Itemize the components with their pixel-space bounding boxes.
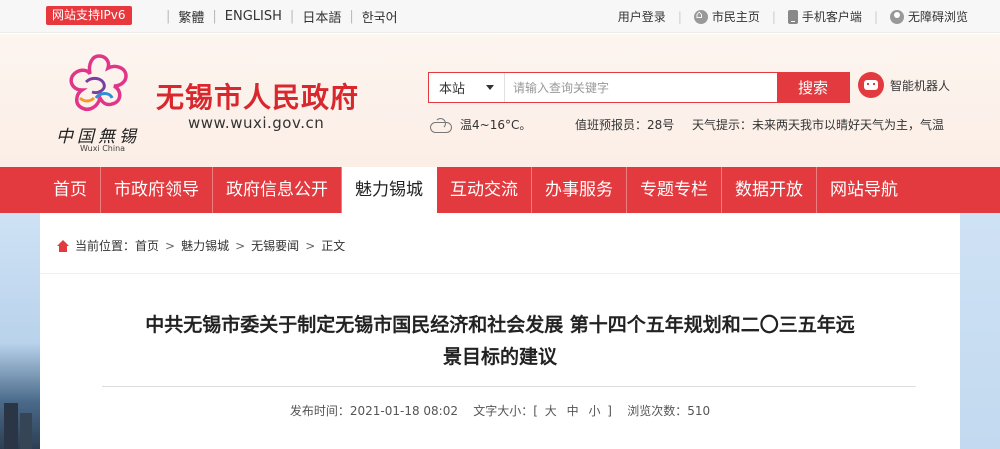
mobile-client-label: 手机客户端	[801, 10, 862, 24]
person-icon	[889, 9, 904, 24]
article-meta: 发布时间：2021-01-18 08:02 文字大小：[ 大 中 小 ] 浏览次…	[40, 402, 960, 419]
language-switcher: | 繁體 | ENGLISH | 日本語 | 한국어	[158, 0, 398, 33]
wuxi-emblem-logo[interactable]	[60, 52, 138, 118]
lang-japanese[interactable]: 日本語	[302, 7, 341, 26]
citizen-home-link[interactable]: 市民主页	[693, 8, 760, 25]
site-title[interactable]: 无锡市人民政府	[156, 76, 359, 116]
divider: |	[289, 9, 295, 24]
publish-time: 2021-01-18 08:02	[349, 404, 458, 418]
nav-item-site-map[interactable]: 网站导航	[817, 167, 911, 213]
divider	[102, 386, 916, 387]
accessibility-link[interactable]: 无障碍浏览	[889, 8, 968, 25]
divider: |	[349, 9, 354, 24]
nav-item-open-data[interactable]: 数据开放	[722, 167, 817, 213]
citizen-home-label: 市民主页	[711, 10, 760, 24]
background-cityscape-left	[0, 213, 40, 449]
breadcrumb-current: 正文	[321, 239, 346, 253]
divider: |	[873, 9, 878, 24]
divider: |	[166, 9, 171, 24]
divider: |	[677, 9, 682, 24]
article-panel: 当前位置： 首页 > 魅力锡城 > 无锡要闻 > 正文 中共无锡市委关于制定无锡…	[40, 213, 960, 449]
nav-item-interaction[interactable]: 互动交流	[437, 167, 532, 213]
font-size-small-button[interactable]: 小	[588, 404, 600, 418]
lang-korean[interactable]: 한국어	[362, 7, 398, 26]
duty-forecaster: 值班预报员：28号	[575, 118, 675, 132]
top-bar: 网站支持IPv6 | 繁體 | ENGLISH | 日本語 | 한국어 用户登录…	[0, 0, 1000, 33]
views-label: 浏览次数：	[627, 404, 688, 418]
weather-tip: 天气提示：未来两天我市以晴好天气为主，气温	[692, 118, 945, 132]
lang-traditional-chinese[interactable]: 繁體	[178, 7, 204, 26]
breadcrumb-separator: >	[165, 238, 176, 253]
home-icon	[693, 8, 708, 24]
chevron-down-icon	[486, 85, 494, 90]
views-count: 510	[687, 404, 711, 418]
breadcrumb-charm-city[interactable]: 魅力锡城	[181, 237, 229, 254]
smart-robot-link[interactable]: 智能机器人	[858, 72, 950, 98]
background-sky-right	[960, 213, 1000, 449]
nav-item-info-disclosure[interactable]: 政府信息公开	[213, 167, 342, 213]
user-login-link[interactable]: 用户登录	[618, 8, 666, 25]
article-title-line-1: 中共无锡市委关于制定无锡市国民经济和社会发展 第十四个五年规划和二〇三五年远	[145, 314, 855, 336]
site-header: 中国無锡 Wuxi China 无锡市人民政府 www.wuxi.gov.cn …	[0, 34, 1000, 167]
nav-item-services[interactable]: 办事服务	[532, 167, 627, 213]
font-size-label: 文字大小：[	[473, 404, 538, 418]
breadcrumb: 当前位置： 首页 > 魅力锡城 > 无锡要闻 > 正文	[56, 237, 345, 254]
nav-item-home[interactable]: 首页	[40, 167, 101, 213]
accessibility-label: 无障碍浏览	[907, 10, 968, 24]
logo-english-text: Wuxi China	[80, 144, 126, 153]
breadcrumb-prefix: 当前位置：	[75, 239, 136, 253]
smart-robot-label: 智能机器人	[890, 78, 951, 93]
ipv6-badge[interactable]: 网站支持IPv6	[46, 6, 132, 25]
search-button[interactable]: 搜索	[777, 73, 849, 102]
robot-icon	[858, 72, 884, 98]
search-bar: 本站 搜索	[428, 72, 850, 103]
font-size-large-button[interactable]: 大	[545, 404, 557, 418]
user-login-label: 用户登录	[617, 10, 666, 24]
nav-items: 首页 市政府领导 政府信息公开 魅力锡城 互动交流 办事服务 专题专栏 数据开放…	[40, 167, 911, 213]
breadcrumb-separator: >	[235, 238, 246, 253]
lang-english[interactable]: ENGLISH	[225, 9, 282, 24]
breadcrumb-wuxi-news[interactable]: 无锡要闻	[251, 237, 299, 254]
nav-item-leaders[interactable]: 市政府领导	[101, 167, 213, 213]
mobile-client-link[interactable]: 手机客户端	[787, 8, 862, 25]
weather-info: 温4~16°C。	[430, 116, 531, 133]
site-url: www.wuxi.gov.cn	[188, 114, 325, 132]
home-icon	[56, 239, 70, 252]
divider: |	[771, 9, 776, 24]
main-nav: 首页 市政府领导 政府信息公开 魅力锡城 互动交流 办事服务 专题专栏 数据开放…	[0, 167, 1000, 213]
divider	[40, 273, 960, 274]
search-input[interactable]	[505, 73, 777, 102]
search-scope-select[interactable]: 本站	[429, 73, 505, 102]
top-links: 用户登录 | 市民主页 | 手机客户端 | 无障碍浏览	[618, 0, 968, 33]
search-scope-value: 本站	[439, 82, 466, 97]
publish-time-label: 发布时间：	[289, 404, 350, 418]
breadcrumb-home[interactable]: 首页	[135, 237, 159, 254]
nav-item-special-topics[interactable]: 专题专栏	[627, 167, 722, 213]
nav-item-charm-city[interactable]: 魅力锡城	[342, 167, 437, 213]
divider: |	[212, 9, 217, 24]
breadcrumb-separator: >	[305, 238, 316, 253]
temperature-text: 温4~16°C。	[460, 118, 532, 132]
article-title: 中共无锡市委关于制定无锡市国民经济和社会发展 第十四个五年规划和二〇三五年远 景…	[100, 309, 900, 373]
font-size-medium-button[interactable]: 中	[567, 404, 579, 418]
phone-icon	[787, 9, 798, 24]
cloud-icon	[430, 117, 452, 133]
font-size-bracket: ]	[607, 404, 612, 418]
article-title-line-2: 景目标的建议	[442, 346, 557, 368]
